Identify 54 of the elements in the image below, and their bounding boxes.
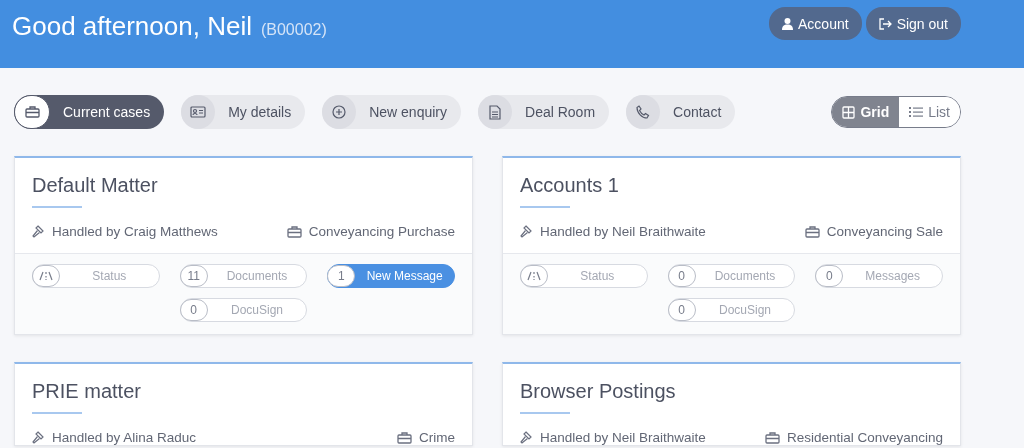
grid-view-button[interactable]: Grid [832,97,900,127]
case-title[interactable]: PRIE matter [32,380,141,403]
count-badge: 1 [327,265,356,287]
nav-tab[interactable]: Current cases [14,95,165,129]
road-icon [527,271,541,281]
client-code: (B00002) [260,21,327,39]
count-badge: 0 [179,299,208,321]
greeting-title: Good afternoon, Neil [12,11,252,42]
case-link[interactable]: 0 DocuSign [667,298,796,322]
handler-text: Handled by Craig Matthews [52,224,218,239]
case-type: Crime [419,430,455,445]
briefcase-icon [397,431,412,444]
user-icon [782,17,794,30]
count-badge: 0 [815,265,844,287]
case-link[interactable]: 11 Documents [179,264,308,288]
gavel-icon [520,225,533,238]
count-badge: 11 [179,265,208,287]
list-icon [909,106,924,118]
handler-text: Handled by Alina Raduc [52,430,197,445]
nav-tab[interactable]: New enquiry [322,95,461,129]
list-view-button[interactable]: List [899,97,960,127]
grid-icon [842,105,856,119]
nav-tab[interactable]: My details [181,95,306,129]
document-icon [489,104,501,120]
briefcase-icon [286,225,302,238]
gavel-icon [520,431,533,444]
sign-out-button[interactable]: Sign out [865,7,961,40]
case-link[interactable]: 0 Documents [667,264,796,288]
nav-tab[interactable]: Deal Room [478,95,610,129]
gavel-icon [32,225,45,238]
gavel-icon [32,431,45,444]
id-card-icon [190,106,207,118]
account-button[interactable]: Account [769,7,862,40]
case-title[interactable]: Browser Postings [520,380,676,403]
new-message-link[interactable]: 1 New Message [327,264,455,288]
plus-circle-icon [332,105,347,119]
case-title[interactable]: Accounts 1 [520,174,619,197]
briefcase-icon [804,225,820,238]
count-badge: 0 [667,265,696,287]
briefcase-icon [764,431,780,444]
case-link[interactable]: 0 Messages [815,264,943,288]
handler-text: Handled by Neil Braithwaite [540,224,706,239]
nav-tab[interactable]: Contact [626,95,736,129]
count-badge: 0 [667,299,696,321]
case-type: Conveyancing Sale [826,224,943,239]
case-type: Conveyancing Purchase [308,224,455,239]
handler-text: Handled by Neil Braithwaite [540,430,706,445]
case-link[interactable]: 0 DocuSign [179,298,308,322]
sign-out-icon [878,17,892,30]
briefcase-icon [24,106,40,118]
case-type: Residential Conveyancing [786,430,943,445]
road-icon [39,271,53,281]
phone-icon [636,105,651,119]
case-title[interactable]: Default Matter [32,174,158,197]
